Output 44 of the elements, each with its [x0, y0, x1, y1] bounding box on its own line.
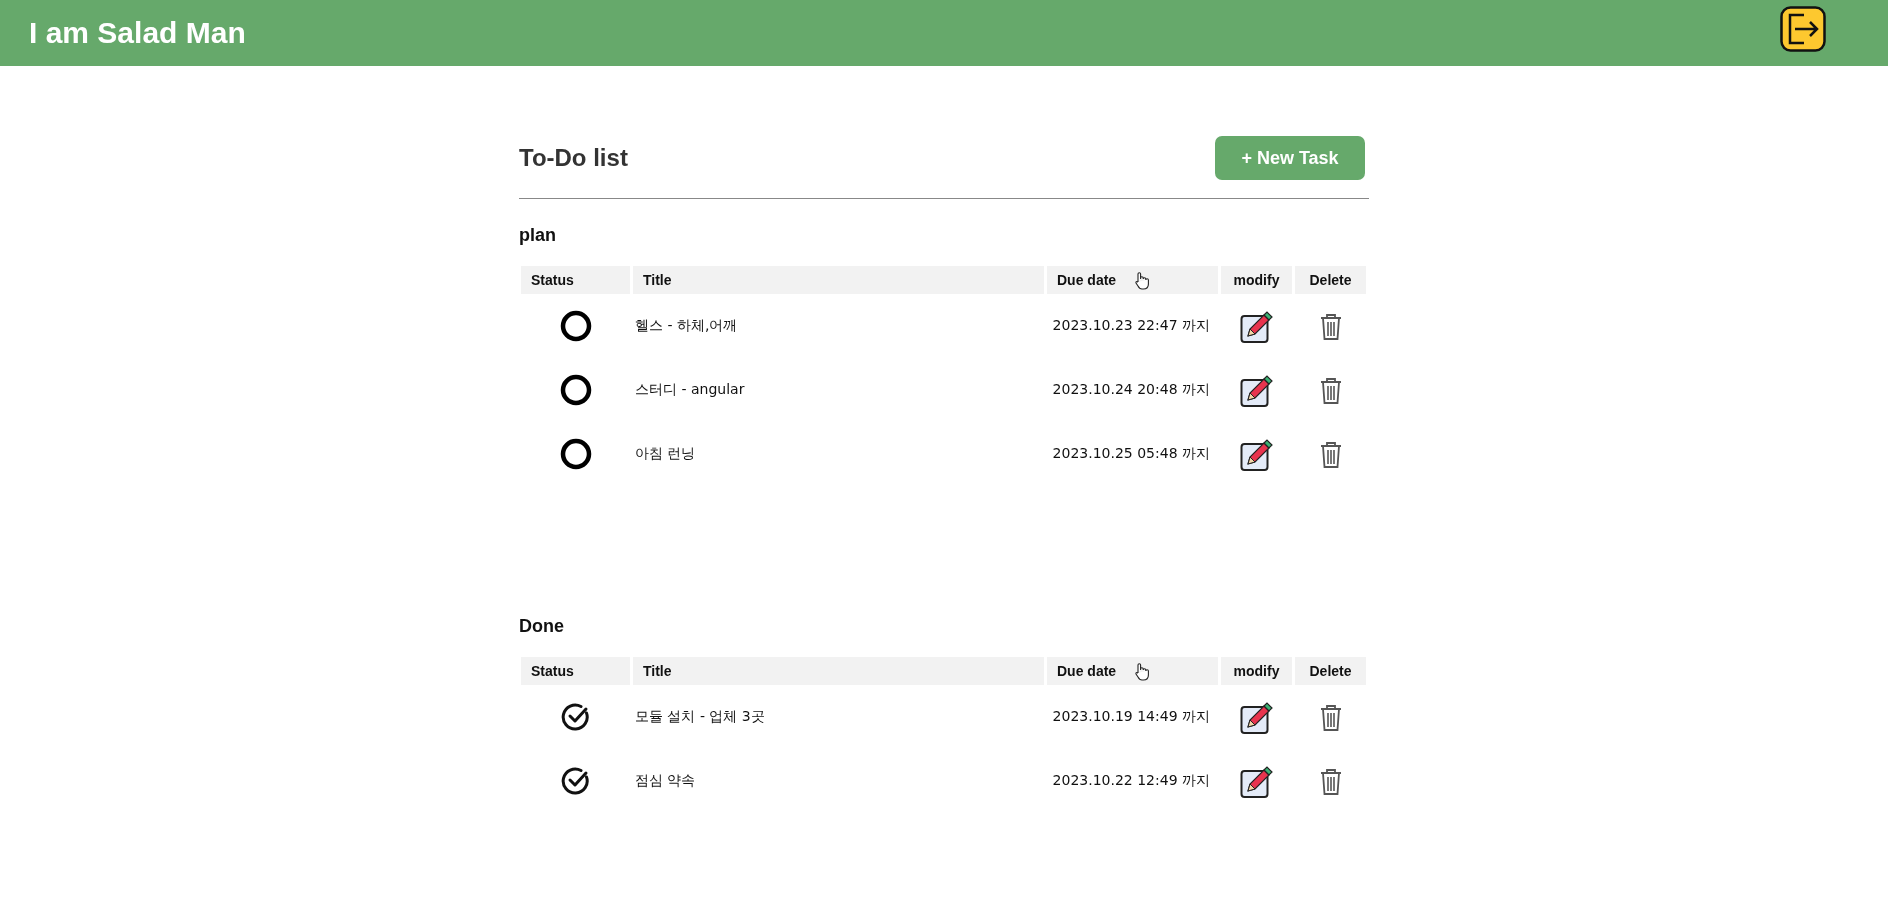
column-header: Title: [633, 657, 1044, 685]
task-title: 아침 런닝: [635, 445, 696, 463]
due-date: 2023.10.19 14:49 까지: [1052, 708, 1210, 726]
check-circle-icon[interactable]: [560, 766, 591, 796]
due-date: 2023.10.23 22:47 까지: [1052, 317, 1210, 335]
task-title: 점심 약속: [635, 772, 696, 790]
edit-button[interactable]: [1240, 764, 1273, 798]
exit-icon: [1780, 6, 1826, 52]
app-title: I am Salad Man: [29, 16, 246, 50]
column-header: Title: [633, 266, 1044, 294]
empty-circle-icon[interactable]: [559, 374, 592, 406]
pointing-hand-icon: [1132, 661, 1151, 681]
column-header: Due date: [1057, 663, 1117, 679]
task-title: 모듈 설치 - 업체 3곳: [635, 708, 765, 726]
page-title: To-Do list: [519, 144, 628, 172]
edit-button[interactable]: [1240, 437, 1273, 471]
edit-button[interactable]: [1240, 373, 1273, 407]
column-header: Status: [521, 266, 630, 294]
column-header: modify: [1221, 657, 1292, 685]
due-date: 2023.10.24 20:48 까지: [1052, 381, 1210, 399]
pencil-on-paper-icon: [1240, 373, 1273, 407]
column-header: Due date: [1057, 272, 1117, 288]
pencil-on-paper-icon: [1240, 437, 1273, 471]
column-header: Status: [521, 657, 630, 685]
empty-circle-icon[interactable]: [559, 438, 592, 470]
empty-circle-icon[interactable]: [559, 310, 592, 342]
edit-button[interactable]: [1240, 309, 1273, 343]
column-header: Delete: [1295, 266, 1366, 294]
column-header: modify: [1221, 266, 1292, 294]
due-date: 2023.10.25 05:48 까지: [1052, 445, 1210, 463]
pencil-on-paper-icon: [1240, 700, 1273, 734]
task-title: 스터디 - angular: [635, 381, 745, 399]
check-circle-icon[interactable]: [560, 702, 591, 732]
column-header: Delete: [1295, 657, 1366, 685]
logout-button[interactable]: [1780, 6, 1826, 52]
pointing-hand-icon: [1132, 270, 1151, 290]
pencil-on-paper-icon: [1240, 764, 1273, 798]
new-task-button[interactable]: + New Task: [1215, 136, 1365, 180]
pencil-on-paper-icon: [1240, 309, 1273, 343]
section-heading: plan: [519, 225, 557, 246]
edit-button[interactable]: [1240, 700, 1273, 734]
task-title: 헬스 - 하체,어깨: [635, 317, 738, 335]
due-date: 2023.10.22 12:49 까지: [1052, 772, 1210, 790]
section-heading: Done: [519, 616, 565, 637]
